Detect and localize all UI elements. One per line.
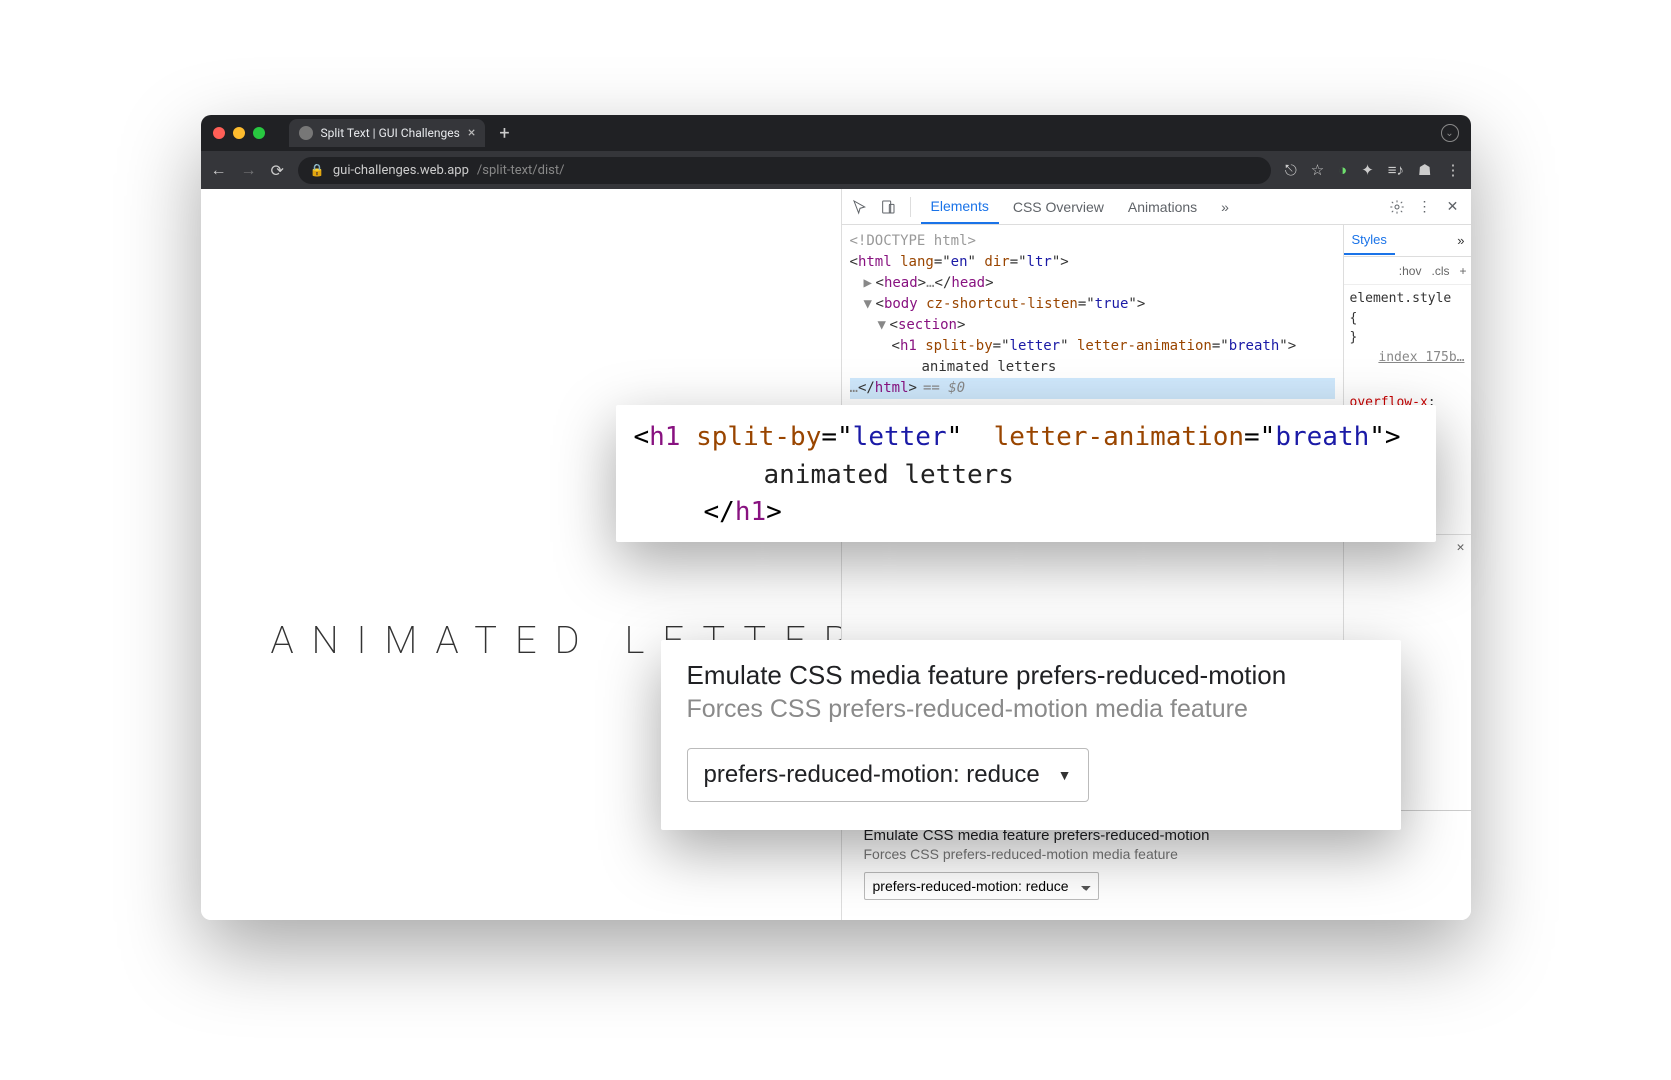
forward-button[interactable]: → bbox=[241, 160, 257, 180]
close-window-button[interactable] bbox=[213, 127, 225, 139]
back-button[interactable]: ← bbox=[211, 160, 227, 180]
tab-animations[interactable]: Animations bbox=[1118, 191, 1207, 223]
drawer-subtitle: Forces CSS prefers-reduced-motion media … bbox=[864, 846, 1449, 862]
favicon-icon bbox=[299, 126, 313, 140]
ov-val: breath bbox=[1275, 422, 1369, 452]
h1-text-node: animated letters bbox=[850, 357, 1335, 378]
emulate-title: Emulate CSS media feature prefers-reduce… bbox=[687, 660, 1375, 691]
overlay-code-snippet: <h1 split-by="letter" letter-animation="… bbox=[616, 405, 1436, 542]
lock-icon: 🔒 bbox=[310, 163, 325, 177]
new-tab-button[interactable]: + bbox=[499, 123, 509, 144]
tab-elements[interactable]: Elements bbox=[921, 190, 999, 224]
close-tab-button[interactable]: × bbox=[468, 125, 475, 141]
profile-icon[interactable]: ☗ bbox=[1418, 161, 1431, 179]
html-close-node[interactable]: …</html>== $0 bbox=[850, 378, 1335, 399]
prefers-reduced-motion-select[interactable]: prefers-reduced-motion: reduce bbox=[864, 872, 1099, 900]
hov-toggle[interactable]: :hov bbox=[1399, 264, 1422, 278]
ov-close-tag: h1 bbox=[735, 497, 766, 527]
tab-title: Split Text | GUI Challenges bbox=[321, 126, 460, 140]
minimize-window-button[interactable] bbox=[233, 127, 245, 139]
inspect-element-icon[interactable] bbox=[848, 195, 872, 219]
rule-source-link[interactable]: index 175b… bbox=[1378, 348, 1464, 368]
doctype-node: <!DOCTYPE html> bbox=[850, 231, 1335, 252]
window-menu-button[interactable]: ⌄ bbox=[1441, 124, 1459, 142]
toolbar-icons: ⎋ ☆ ◑ ✦ ≡♪ ☗ ⋮ bbox=[1285, 161, 1461, 179]
address-bar: ← → ⟳ 🔒 gui-challenges.web.app/split-tex… bbox=[201, 151, 1471, 189]
reload-button[interactable]: ⟳ bbox=[271, 161, 284, 180]
chevron-down-icon: ▼ bbox=[1058, 767, 1072, 783]
maximize-window-button[interactable] bbox=[253, 127, 265, 139]
emulate-subtitle: Forces CSS prefers-reduced-motion media … bbox=[687, 695, 1375, 724]
rule-selector: element.style { bbox=[1350, 289, 1465, 328]
tab-css-overview[interactable]: CSS Overview bbox=[1003, 191, 1114, 223]
html-open-node[interactable]: <html lang="en" dir="ltr"> bbox=[850, 252, 1335, 273]
add-rule-button[interactable]: + bbox=[1459, 264, 1466, 278]
url-host: gui-challenges.web.app bbox=[333, 163, 469, 178]
extension-color-icon[interactable]: ◑ bbox=[1338, 161, 1347, 179]
styles-close-icon[interactable]: ✕ bbox=[1457, 540, 1465, 555]
devtools-menu-icon[interactable]: ⋮ bbox=[1413, 195, 1437, 219]
cls-toggle[interactable]: .cls bbox=[1431, 264, 1449, 278]
devtools-tabs: Elements CSS Overview Animations » ⋮ ✕ bbox=[842, 189, 1471, 225]
translate-icon[interactable]: ⎋ bbox=[1285, 161, 1297, 179]
url-field[interactable]: 🔒 gui-challenges.web.app/split-text/dist… bbox=[298, 157, 1271, 184]
music-icon[interactable]: ≡♪ bbox=[1388, 161, 1404, 179]
emulate-select-value: prefers-reduced-motion: reduce bbox=[704, 761, 1040, 789]
traffic-lights bbox=[213, 127, 265, 139]
ov-text: animated letters bbox=[634, 457, 1418, 495]
styles-tabs-more[interactable]: » bbox=[1451, 227, 1470, 254]
section-node[interactable]: ▼<section> bbox=[850, 315, 1335, 336]
overlay-emulate-panel: Emulate CSS media feature prefers-reduce… bbox=[661, 640, 1401, 830]
ov-attr: split-by bbox=[696, 422, 821, 452]
rule-close: } bbox=[1350, 328, 1465, 348]
browser-tab[interactable]: Split Text | GUI Challenges × bbox=[289, 119, 486, 147]
head-node[interactable]: ▶<head>…</head> bbox=[850, 273, 1335, 294]
tabs-overflow-button[interactable]: » bbox=[1211, 191, 1239, 223]
device-toolbar-icon[interactable] bbox=[876, 195, 900, 219]
settings-icon[interactable] bbox=[1385, 195, 1409, 219]
close-devtools-button[interactable]: ✕ bbox=[1441, 195, 1465, 219]
body-node[interactable]: ▼<body cz-shortcut-listen="true"> bbox=[850, 294, 1335, 315]
url-path: /split-text/dist/ bbox=[477, 163, 565, 178]
ov-val: letter bbox=[853, 422, 947, 452]
ov-tag: h1 bbox=[649, 422, 680, 452]
extensions-icon[interactable]: ✦ bbox=[1361, 161, 1374, 179]
ov-attr: letter-animation bbox=[994, 422, 1244, 452]
bookmark-icon[interactable]: ☆ bbox=[1311, 161, 1324, 179]
h1-node[interactable]: <h1 split-by="letter" letter-animation="… bbox=[850, 336, 1335, 357]
styles-tab[interactable]: Styles bbox=[1344, 226, 1395, 255]
emulate-select[interactable]: prefers-reduced-motion: reduce ▼ bbox=[687, 748, 1089, 802]
titlebar: Split Text | GUI Challenges × + ⌄ bbox=[201, 115, 1471, 151]
kebab-menu-icon[interactable]: ⋮ bbox=[1446, 161, 1461, 179]
